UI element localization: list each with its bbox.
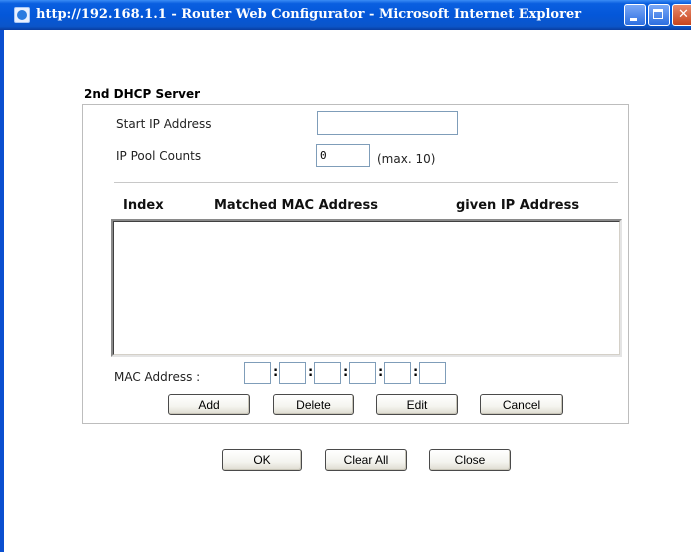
mac-octet-4-input[interactable] [349,362,376,384]
pool-counts-input[interactable] [316,144,370,167]
column-header-mac: Matched MAC Address [214,198,378,213]
divider [114,182,618,183]
mac-separator: : [343,365,349,380]
window-title: http://192.168.1.1 - Router Web Configur… [36,7,582,22]
window-title-bar[interactable]: http://192.168.1.1 - Router Web Configur… [0,0,691,30]
pool-counts-label: IP Pool Counts [116,149,202,163]
window-frame-left [0,30,4,552]
column-header-ip: given IP Address [456,198,580,213]
section-title: 2nd DHCP Server [84,87,201,101]
mac-separator: : [273,365,279,380]
mac-octet-2-input[interactable] [279,362,306,384]
close-button[interactable]: Close [429,449,511,471]
mac-ip-list[interactable] [111,219,622,357]
delete-button[interactable]: Delete [273,394,354,415]
internet-explorer-icon [14,7,30,23]
mac-octet-5-input[interactable] [384,362,411,384]
mac-separator: : [378,365,384,380]
start-ip-label: Start IP Address [116,117,212,131]
cancel-button[interactable]: Cancel [480,394,563,415]
mac-octet-1-input[interactable] [244,362,271,384]
maximize-button[interactable] [648,4,670,26]
mac-ip-list-area [113,221,620,355]
mac-separator: : [308,365,314,380]
mac-octet-3-input[interactable] [314,362,341,384]
mac-octet-6-input[interactable] [419,362,446,384]
close-window-button[interactable] [672,4,691,26]
minimize-button[interactable] [624,4,646,26]
mac-separator: : [413,365,419,380]
start-ip-input[interactable] [317,111,458,135]
column-header-index: Index [123,198,164,213]
mac-address-label: MAC Address : [114,370,201,384]
edit-button[interactable]: Edit [376,394,458,415]
add-button[interactable]: Add [168,394,250,415]
clear-all-button[interactable]: Clear All [325,449,407,471]
ok-button[interactable]: OK [222,449,302,471]
pool-counts-hint: (max. 10) [377,152,436,166]
